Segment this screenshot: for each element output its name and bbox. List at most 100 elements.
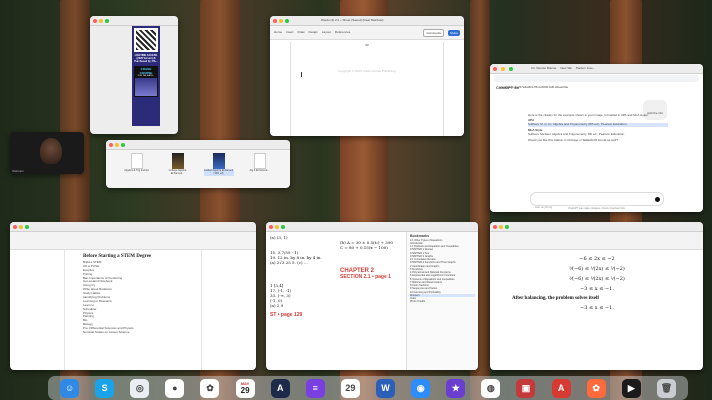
browser-window[interactable]: Ch. Rennie Dianne New Tab Pardon Jose...… [490,64,703,212]
photo-booth-icon[interactable]: ▣ [516,378,536,398]
zoom-button[interactable] [509,66,513,71]
tab-design[interactable]: Design [309,30,318,35]
browser-tab[interactable]: Pardon Jose... [576,66,595,71]
trash-icon[interactable]: 🗑 [656,378,676,398]
file-item[interactable]: College Algebra Enhanced... [163,153,193,176]
word-right-window[interactable]: −6 ≤ 2x ≤ −2 ⅟(−6) ≤ ⅟(2x) ≤ ⅟(−2) ⅟(−6)… [490,222,703,370]
share-button[interactable]: Share [447,29,460,36]
word-top-window[interactable]: Words (2) 2.2 ~ Sheet (Saved) (Dear Rain… [270,16,464,136]
minimize-button[interactable] [499,224,503,229]
notes-icon[interactable]: ≡ [305,378,325,398]
close-button[interactable] [93,18,97,23]
ribbon[interactable] [10,232,256,250]
tab-references[interactable]: References [335,30,350,35]
tab-insert[interactable]: Insert [286,30,294,35]
zoom-icon[interactable]: ◉ [411,378,431,398]
math-line: (a) 2.9 [270,303,284,308]
word-icon[interactable]: W [376,378,396,398]
document-page[interactable]: Before Starting a STEM Degree Build a ST… [64,250,202,370]
apa-citation[interactable]: Sullivan, M. (n.d.). Algebra and Trigono… [528,122,668,127]
close-button[interactable] [493,66,497,71]
ribbon[interactable] [490,232,703,250]
webcam-label: Webcam [12,169,24,173]
book-cover: CRASH COURSE FOR THE MATH... [134,66,158,97]
vivaldi-icon[interactable]: ✿ [586,378,606,398]
send-icon[interactable] [655,197,660,202]
pdf-viewer-window[interactable]: (a) (3, 1) (b) A = 30 ± 0.5(t₂) + 390 C … [266,222,478,370]
calendar-day: 29 [240,386,250,395]
word-left-window[interactable]: Before Starting a STEM Degree Build a ST… [10,222,256,370]
close-button[interactable] [109,142,113,147]
calendar-icon[interactable]: 29 [340,378,360,398]
tab-home[interactable]: Home [274,30,282,35]
titlebar[interactable] [90,16,178,26]
tab-draw[interactable]: Draw [298,30,305,35]
titlebar[interactable] [106,140,290,150]
reply-intro: Here is the citation for the example sho… [528,113,649,117]
dock[interactable]: ☺ S ◎ ● ✿ MAY 29 A ≡ 29 W ◉ ★ ◍ ▣ A ✿ ▶ 🗑 [48,376,688,400]
chat-input[interactable]: Ask anything [530,192,664,209]
minimize-button[interactable] [501,66,505,71]
file-item[interactable]: Algebra & Trig 2nd Ed [122,153,152,176]
tab-layout[interactable]: Layout [322,30,331,35]
titlebar[interactable]: Words (2) 2.2 ~ Sheet (Saved) (Dear Rain… [270,16,464,26]
close-button[interactable] [493,224,497,229]
ear-icon[interactable]: ◍ [481,378,501,398]
page-number: 50 [365,43,369,47]
finder-icon[interactable]: ☺ [60,378,80,398]
book-title: CRASH COURSE [139,67,153,75]
document-heading: Before Starting a STEM Degree [83,254,152,259]
ad-image: LIFETIME ACCESS (2020 Version) $ Purchas… [132,26,160,126]
affinity-icon[interactable]: A [270,378,290,398]
zoom-button[interactable] [121,142,125,147]
calendar-icon[interactable]: MAY 29 [235,378,255,398]
minimize-button[interactable] [19,224,23,229]
finder-window[interactable]: Algebra & Trig 2nd Ed College Algebra En… [106,140,290,188]
followup-question: Would you like this citation in Chicago … [528,138,618,143]
comments-button[interactable]: Comments [423,28,444,37]
document-icon [130,153,143,169]
section-label: SECTION 2.1 • page 1 [340,274,391,280]
file-item[interactable]: Guided Algebra Enhanced (10th ed) [203,153,234,176]
terminal-icon[interactable]: ▶ [621,378,641,398]
math-line: (a) 2√3.25 5. (c) ... [270,260,308,265]
zoom-button[interactable] [505,224,509,229]
address-bar[interactable]: chatgpt.com/c/67a3a3b9-78cd-8000-9dff-2d… [494,75,699,89]
minimize-button[interactable] [99,18,103,23]
browser-tab[interactable]: New Tab [560,66,572,71]
bookmark-item[interactable]: Photo Credits [410,300,475,303]
zoom-button[interactable] [25,224,29,229]
page-label: ST • page 129 [270,312,303,318]
file-grid[interactable]: Algebra & Trig 2nd Ed College Algebra En… [106,150,290,179]
zoom-button[interactable] [281,224,285,229]
zoom-button[interactable] [105,18,109,23]
titlebar[interactable] [490,222,703,232]
minimize-button[interactable] [275,224,279,229]
photos-icon[interactable]: ✿ [200,378,220,398]
titlebar[interactable] [266,222,478,232]
close-button[interactable] [13,224,17,229]
pdf-page[interactable]: (a) (3, 1) (b) A = 30 ± 0.5(t₂) + 390 C … [266,232,406,370]
minimize-button[interactable] [279,18,283,23]
skype-icon[interactable]: S [95,378,115,398]
tab-bar[interactable]: Ch. Rennie Dianne New Tab Pardon Jose... [490,64,703,74]
document-page[interactable]: 50 Copyright © 2023 Crash Course Publish… [290,42,444,136]
footer-text: Copyright © 2023 Crash Course Publishing [338,69,396,73]
document-page[interactable]: −6 ≤ 2x ≤ −2 ⅟(−6) ≤ ⅟(2x) ≤ ⅟(−2) ⅟(−6)… [502,250,692,370]
bookmarks-sidebar[interactable]: Bookmarks 2.1 Other Types of Equations I… [406,232,478,370]
close-button[interactable] [273,18,277,23]
image-viewer-window[interactable]: LIFETIME ACCESS (2020 Version) $ Purchas… [90,16,178,134]
assistant-reply: Here is the citation for the example sho… [528,113,668,143]
ribbon[interactable]: Home Insert Draw Design Layout Reference… [270,26,464,40]
titlebar[interactable] [10,222,256,232]
browser-tab[interactable]: Ch. Rennie Dianne [531,66,556,71]
imovie-icon[interactable]: ★ [446,378,466,398]
equation-line: −6 ≤ 2x ≤ −2 [579,256,615,262]
minimize-button[interactable] [115,142,119,147]
safari-icon[interactable]: ◎ [130,378,150,398]
chrome-icon[interactable]: ● [165,378,185,398]
file-item[interactable]: Alg 2 Enhanced... [245,153,275,176]
acrobat-icon[interactable]: A [551,378,571,398]
close-button[interactable] [269,224,273,229]
zoom-button[interactable] [285,18,289,23]
